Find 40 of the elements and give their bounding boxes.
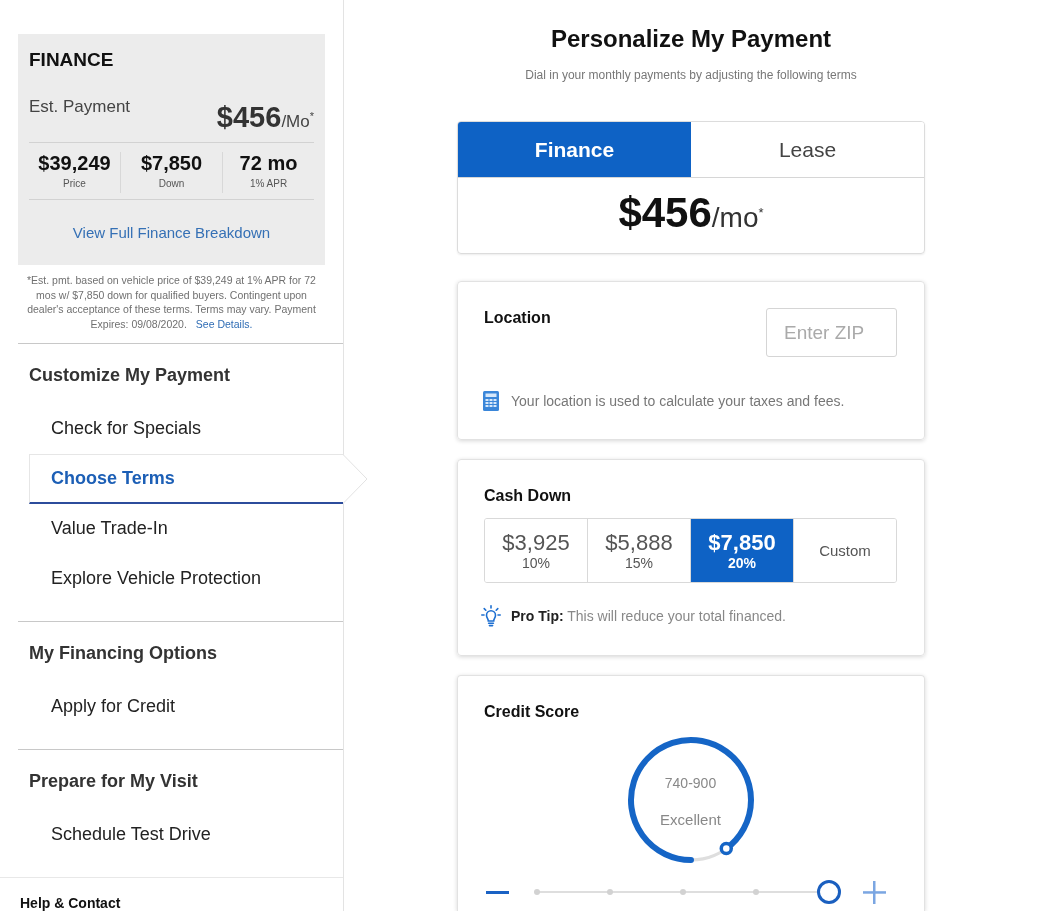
est-payment-amount: $456/Mo$^{*}$ — [216, 101, 314, 135]
stat-label: Price — [63, 178, 86, 190]
pro-tip-text: Pro Tip: This will reduce your total financed. — [511, 607, 786, 626]
payment-type-tab[interactable]: Lease — [691, 122, 924, 177]
credit-score-title: Credit Score — [484, 702, 580, 722]
section-heading: Prepare for My Visit — [29, 770, 198, 792]
cash-down-option[interactable]: $7,850 20% — [690, 519, 793, 582]
slider-stop-icon — [680, 889, 686, 895]
calculator-icon — [483, 391, 499, 411]
minus-icon[interactable] — [486, 890, 509, 894]
est-payment-label: Est. Payment — [29, 96, 131, 118]
page-title: Personalize My Payment — [550, 24, 832, 54]
monthly-payment-amount: $456/mo$^{*}$ — [618, 189, 764, 238]
section-heading: Customize My Payment — [29, 364, 231, 386]
stat-label: Down — [158, 178, 185, 190]
page-subtitle: Dial in your monthly payments by adjusting the following terms — [525, 67, 857, 83]
see-details-link[interactable]: See Details. — [195, 317, 253, 330]
score-rating: Excellent — [660, 811, 721, 829]
gauge-knob-icon[interactable] — [719, 841, 733, 856]
payment-type-tab[interactable]: Finance — [458, 122, 691, 177]
summary-title: FINANCE — [29, 49, 115, 71]
cash-down-option[interactable]: Custom — [793, 519, 896, 582]
slider-stop-icon — [753, 889, 759, 895]
stat-value: 72 mo — [239, 152, 298, 174]
slider-stop-icon — [607, 889, 613, 895]
section-heading: My Financing Options — [29, 642, 217, 664]
slider-stop-icon — [534, 889, 540, 895]
disclaimer-text: *Est. pmt. based on vehicle price of $39,249 at 1% APR for 72 mos w/ $7,850 down for qualified buyers. Contingent upon dealer's acceptance of these terms. Terms may vary. Payment Expires: 09/08/2020. See Details. — [26, 273, 317, 331]
lightbulb-icon — [481, 605, 501, 627]
stat-label: 1% APR — [249, 178, 288, 190]
zip-input-field[interactable]: Enter ZIP — [766, 308, 897, 357]
location-note: Your location is used to calculate your taxes and fees. — [511, 392, 845, 411]
finance-breakdown-link[interactable]: View Full Finance Breakdown — [72, 224, 271, 242]
slider-thumb[interactable] — [817, 880, 841, 904]
score-range: 740-900 — [664, 774, 717, 792]
stat-value: $39,249 — [38, 152, 111, 174]
cash-down-title: Cash Down — [484, 486, 572, 506]
help-contact-link[interactable]: Help & Contact — [20, 895, 121, 911]
stat-value: $7,850 — [140, 152, 203, 174]
location-title: Location — [484, 308, 551, 328]
